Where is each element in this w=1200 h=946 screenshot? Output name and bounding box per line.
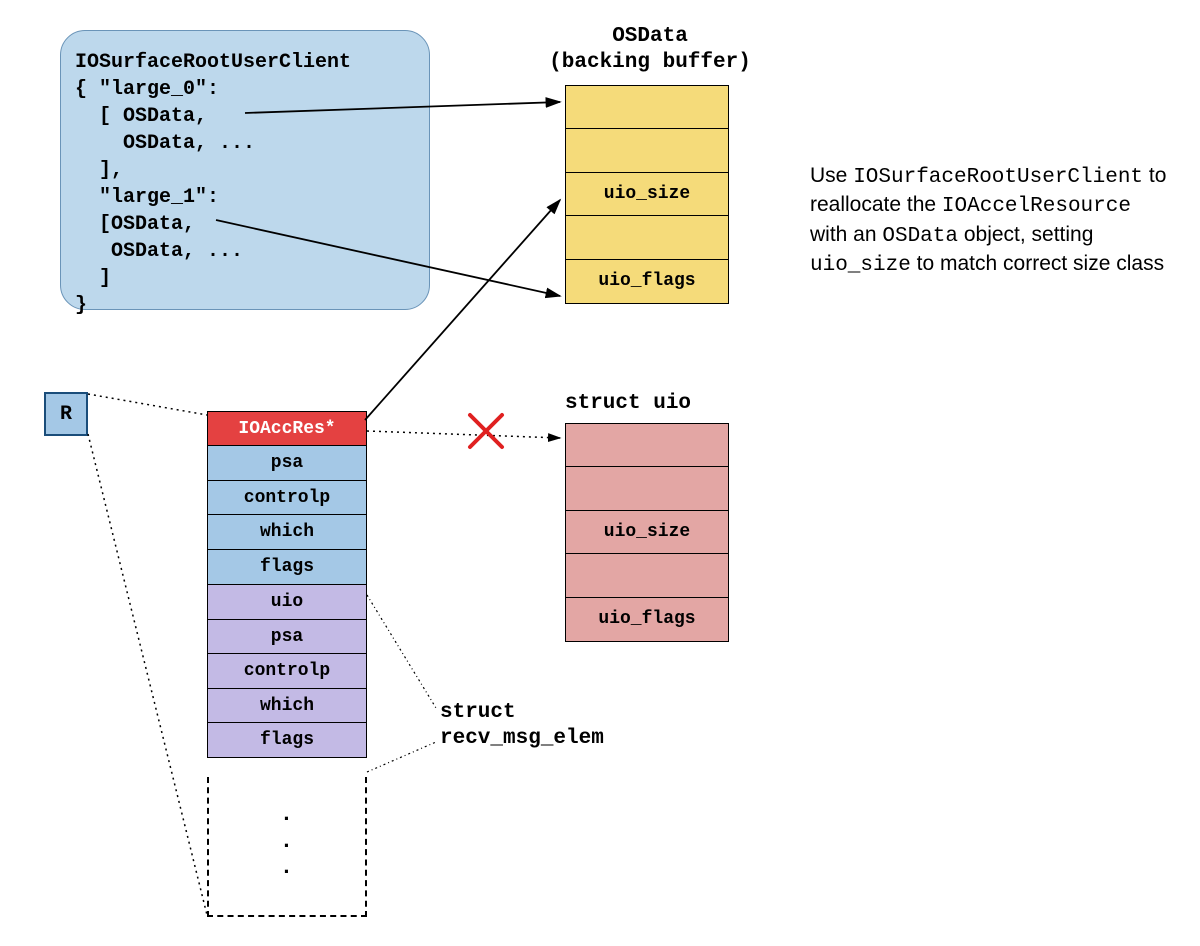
- osdata-title: OSData (backing buffer): [520, 24, 780, 77]
- dot: ·: [283, 806, 290, 832]
- uio-cell: [565, 553, 729, 598]
- brace-bottom: [367, 742, 436, 772]
- text: with an: [810, 223, 882, 246]
- r-block: R: [44, 392, 88, 436]
- osdata-cell: [565, 85, 729, 130]
- uio-cell: uio_size: [565, 510, 729, 555]
- osdata-title-line1: OSData: [612, 25, 688, 48]
- stack-cell: psa: [207, 445, 367, 481]
- zoom-line-top: [88, 394, 207, 415]
- code-line: ]: [75, 265, 415, 292]
- zoom-line-bottom: [88, 434, 207, 915]
- code-line: OSData, ...: [75, 130, 415, 157]
- code-line: [OSData,: [75, 211, 415, 238]
- uio-cell: [565, 466, 729, 511]
- osdata-cell: [565, 128, 729, 173]
- stack-cell: controlp: [207, 653, 367, 689]
- stack-cell: flags: [207, 549, 367, 585]
- continuation-box: · · ·: [207, 777, 367, 917]
- uio-cell: uio_flags: [565, 597, 729, 642]
- osdata-title-line2: (backing buffer): [549, 51, 751, 74]
- stack-cell: which: [207, 514, 367, 550]
- stack-cell-ioaccres: IOAccRes*: [207, 411, 367, 447]
- stack-cell: uio: [207, 584, 367, 620]
- recv-label-line2: recv_msg_elem: [440, 727, 604, 750]
- text: to match correct size class: [911, 252, 1164, 275]
- uio-cell: [565, 423, 729, 468]
- code-line: { "large_0":: [75, 76, 415, 103]
- stack-cell: psa: [207, 619, 367, 655]
- text-mono: IOSurfaceRootUserClient: [853, 166, 1143, 189]
- stack-cell: controlp: [207, 480, 367, 516]
- recv-msg-elem-label: struct recv_msg_elem: [440, 700, 604, 753]
- stack-cell: flags: [207, 722, 367, 758]
- code-line: [ OSData,: [75, 103, 415, 130]
- recv-label-line1: struct: [440, 701, 516, 724]
- osdata-cell: [565, 215, 729, 260]
- text-mono: uio_size: [810, 254, 911, 277]
- text: object, setting: [958, 223, 1093, 246]
- brace-top: [367, 595, 436, 708]
- osdata-cell: uio_size: [565, 172, 729, 217]
- red-x-icon: [470, 415, 502, 447]
- dot: ·: [283, 859, 290, 885]
- iosurface-code-block: IOSurfaceRootUserClient { "large_0": [ O…: [60, 30, 430, 310]
- osdata-cell: uio_flags: [565, 259, 729, 304]
- text-mono: OSData: [882, 225, 958, 248]
- struct-uio-buffer: uio_size uio_flags: [565, 424, 729, 642]
- code-line: }: [75, 292, 415, 319]
- code-line: "large_1":: [75, 184, 415, 211]
- struct-uio-title: struct uio: [565, 392, 691, 415]
- osdata-buffer: uio_size uio_flags: [565, 86, 729, 304]
- text-mono: IOAccelResource: [942, 195, 1131, 218]
- code-line: OSData, ...: [75, 238, 415, 265]
- text: Use: [810, 164, 853, 187]
- code-line: IOSurfaceRootUserClient: [75, 49, 415, 76]
- dot: ·: [283, 833, 290, 859]
- arrow-ioaccres-old: [367, 431, 560, 438]
- code-line: ],: [75, 157, 415, 184]
- stack-cell: which: [207, 688, 367, 724]
- memory-stack: IOAccRes* psa controlp which flags uio p…: [207, 412, 367, 758]
- explanation-text: Use IOSurfaceRootUserClient to reallocat…: [810, 162, 1170, 279]
